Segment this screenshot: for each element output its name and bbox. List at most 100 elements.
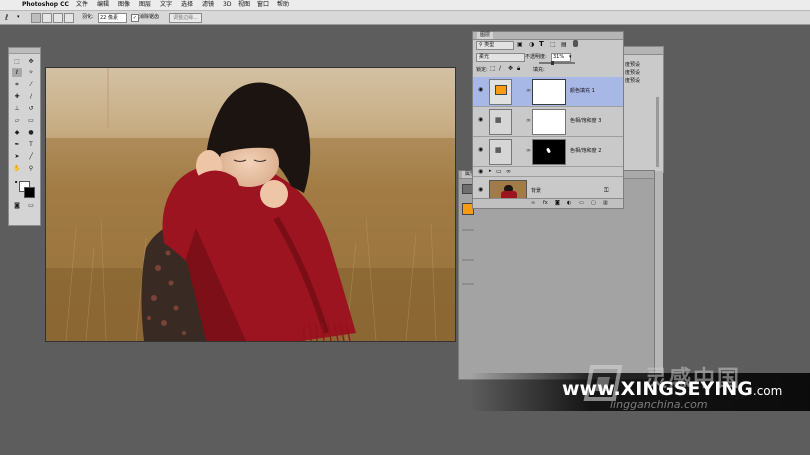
eye-icon[interactable]: ◉ [478, 86, 483, 93]
menu-item-layer[interactable]: 图层 [139, 0, 151, 10]
opacity-label: 不透明度: [525, 54, 547, 60]
eye-icon[interactable]: ◉ [478, 168, 483, 175]
preset-item[interactable]: 度预设 [625, 69, 640, 76]
presets-panel-header[interactable] [623, 47, 663, 55]
layers-panel: 图层 ⚲ 类型 ▣ ◑ T ⬚ ▤ 柔光 不透明度: 31% ▾ 锁定: ⬚ ∕… [472, 31, 624, 209]
zoom-tool-icon[interactable]: ⚲ [26, 164, 36, 173]
brush-tool-icon[interactable]: ∕ [26, 92, 36, 101]
eraser-tool-icon[interactable]: ▱ [12, 116, 22, 125]
document-canvas[interactable] [45, 67, 456, 342]
filter-smart-object-icon[interactable]: ▤ [561, 41, 567, 48]
quick-mask-icon[interactable]: ◙ [12, 201, 22, 210]
trash-icon[interactable]: ▥ [603, 200, 608, 206]
app-menu-name[interactable]: Photoshop CC [22, 0, 69, 10]
magic-wand-tool-icon[interactable]: ✧ [26, 68, 36, 77]
menu-item-type[interactable]: 文字 [160, 0, 172, 10]
lock-transparency-icon[interactable]: ⬚ [490, 65, 496, 72]
hue-saturation-icon: ▦ [495, 146, 502, 154]
eye-icon[interactable]: ◉ [478, 146, 483, 153]
layer-mask-thumbnail[interactable] [532, 139, 566, 165]
chevron-right-icon[interactable]: ▸ [489, 168, 492, 174]
layer-group-row[interactable]: ◉ ▸ ▭ ∞ [473, 167, 623, 177]
healing-brush-tool-icon[interactable]: ✚ [12, 92, 22, 101]
new-group-icon[interactable]: ▭ [579, 200, 584, 206]
marquee-tool-icon[interactable]: ⬚ [12, 57, 22, 66]
preset-item[interactable]: 度预设 [625, 77, 640, 84]
layer-mask-thumbnail[interactable] [532, 79, 566, 105]
layer-mask-thumbnail[interactable] [532, 109, 566, 135]
lasso-tool-icon[interactable]: ℓ [12, 68, 22, 77]
filter-pixel-icon[interactable]: ▣ [517, 41, 523, 48]
lasso-tool-icon[interactable]: ℓ [5, 12, 8, 23]
adjustment-layer-icon[interactable]: ◐ [567, 200, 571, 206]
screen-mode-icon[interactable]: ▭ [26, 201, 36, 210]
new-layer-icon[interactable]: ▢ [591, 200, 596, 206]
tab-layers[interactable]: 图层 [477, 32, 494, 39]
layer-row[interactable]: ◉ ▦ ∞ 色相/饱和度 3 [473, 107, 623, 137]
opacity-input[interactable]: 31% [551, 53, 571, 62]
scrollbar[interactable] [656, 97, 659, 167]
layer-thumbnail: ▦ [489, 109, 512, 135]
opacity-slider[interactable] [539, 62, 575, 64]
opacity-slider-thumb[interactable] [551, 61, 554, 65]
watermark-site: www.XINGSEYING.com [562, 378, 783, 400]
property-slider[interactable] [462, 229, 474, 231]
pen-tool-icon[interactable]: ✒ [12, 140, 22, 149]
tools-panel-header[interactable] [9, 48, 40, 54]
new-selection-button[interactable] [31, 13, 41, 23]
property-slider[interactable] [462, 283, 474, 285]
background-color-swatch[interactable] [24, 187, 35, 198]
layer-kind-filter[interactable]: ⚲ 类型 [476, 41, 514, 50]
menu-item-3d[interactable]: 3D [223, 0, 231, 10]
subtract-selection-button[interactable] [53, 13, 63, 23]
lock-pixels-icon[interactable]: ∕ [499, 65, 501, 72]
type-tool-icon[interactable]: T [26, 140, 36, 149]
crop-tool-icon[interactable]: ⌗ [12, 80, 22, 89]
chevron-down-icon[interactable]: ▾ [569, 54, 572, 60]
filter-type-icon[interactable]: T [539, 40, 544, 48]
options-bar: ℓ ▾ 羽化: 22 像素 ✓ 消除锯齿 调整边缘... [0, 11, 810, 25]
menu-item-edit[interactable]: 编辑 [97, 0, 109, 10]
shape-tool-icon[interactable]: ╱ [26, 152, 36, 161]
link-layers-icon[interactable]: ∞ [531, 200, 535, 206]
filter-adjustment-icon[interactable]: ◑ [529, 41, 534, 48]
fx-icon[interactable]: fx [543, 200, 548, 206]
lock-position-icon[interactable]: ✥ [508, 65, 513, 72]
chevron-down-icon[interactable]: ▾ [17, 12, 20, 23]
blend-mode-select[interactable]: 柔光 [476, 53, 525, 62]
blur-tool-icon[interactable]: ◆ [12, 128, 22, 137]
lock-all-icon[interactable]: 🔒︎ [517, 65, 520, 73]
intersect-selection-button[interactable] [64, 13, 74, 23]
antialias-checkbox[interactable]: ✓ [131, 14, 139, 22]
menu-item-image[interactable]: 图像 [118, 0, 130, 10]
layer-row[interactable]: ◉ ∞ 颜色填充 1 [473, 77, 623, 107]
eye-icon[interactable]: ◉ [478, 186, 483, 193]
preset-item[interactable]: 度预设 [625, 61, 640, 68]
fill-label: 填充: [533, 67, 545, 73]
hand-tool-icon[interactable]: ✋ [12, 164, 22, 173]
presets-panel: 度预设 度预设 度预设 [622, 46, 664, 173]
dodge-tool-icon[interactable]: ● [26, 128, 36, 137]
refine-edge-button[interactable]: 调整边缘... [169, 13, 202, 23]
add-selection-button[interactable] [42, 13, 52, 23]
menu-item-select[interactable]: 选择 [181, 0, 193, 10]
history-brush-tool-icon[interactable]: ↺ [26, 104, 36, 113]
add-mask-icon[interactable]: ◙ [555, 200, 560, 206]
feather-input[interactable]: 22 像素 [98, 13, 127, 23]
menu-item-file[interactable]: 文件 [76, 0, 88, 10]
eyedropper-tool-icon[interactable]: ⁄ [26, 80, 36, 89]
gradient-tool-icon[interactable]: ▭ [26, 116, 36, 125]
filter-shape-icon[interactable]: ⬚ [550, 41, 556, 48]
menu-item-window[interactable]: 窗口 [257, 0, 269, 10]
clone-stamp-tool-icon[interactable]: ⊥ [12, 104, 22, 113]
layer-row[interactable]: ◉ ▦ ∞ 色相/饱和度 2 [473, 137, 623, 167]
eye-icon[interactable]: ◉ [478, 116, 483, 123]
property-slider[interactable] [462, 259, 474, 261]
path-selection-tool-icon[interactable]: ➤ [12, 152, 22, 161]
move-tool-icon[interactable]: ✥ [26, 57, 36, 66]
menu-item-view[interactable]: 视图 [238, 0, 250, 10]
menu-item-help[interactable]: 帮助 [277, 0, 289, 10]
link-icon: ∞ [506, 168, 511, 175]
menu-item-filter[interactable]: 滤镜 [202, 0, 214, 10]
filter-toggle-icon[interactable] [573, 40, 578, 47]
